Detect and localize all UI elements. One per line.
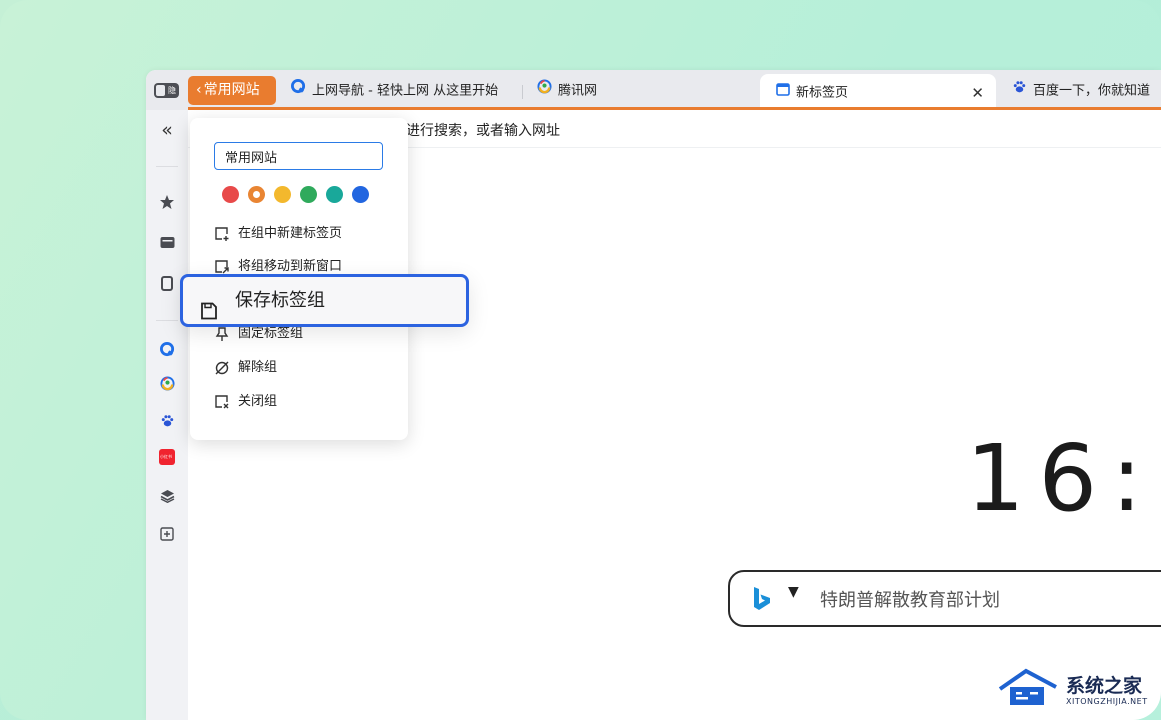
color-swatch-yellow[interactable] (274, 186, 291, 203)
layers-icon[interactable] (158, 488, 176, 506)
group-name-input[interactable] (214, 142, 383, 170)
tab-label: 上网导航 - 轻快上网 从这里开始 (312, 83, 499, 99)
folder-icon[interactable] (158, 234, 176, 252)
save-tab-group-button[interactable]: 保存标签组 (180, 274, 469, 327)
save-tab-group-icon (200, 291, 218, 338)
house-logo-icon (998, 668, 1057, 705)
sidebar-toggle-label: 隐 (168, 86, 176, 95)
tencent-icon[interactable] (158, 376, 176, 394)
menu-label: 固定标签组 (238, 326, 304, 341)
menu-label: 在组中新建标签页 (238, 226, 343, 241)
tab-new-tab[interactable]: 新标签页 ✕ (760, 74, 996, 110)
sidebar-divider (156, 320, 178, 321)
tab-separator (522, 85, 523, 99)
collapse-sidebar-icon[interactable]: « (158, 121, 176, 140)
chevron-left-icon: ‹ (196, 82, 202, 98)
menu-new-tab-in-group[interactable]: 在组中新建标签页 (214, 223, 342, 245)
color-swatch-teal[interactable] (326, 186, 343, 203)
watermark-logo: 系统之家 XITONGZHIJIA.NET (996, 665, 1156, 715)
q-browser-icon (291, 76, 306, 106)
tab-label: 腾讯网 (558, 83, 598, 99)
sidebar: « 小红书 (146, 110, 188, 720)
menu-label: 解除组 (238, 360, 278, 375)
close-group-icon (214, 394, 230, 410)
q-browser-icon[interactable] (158, 342, 176, 360)
add-panel-icon[interactable] (158, 526, 176, 544)
phone-icon[interactable] (158, 276, 176, 294)
menu-label: 关闭组 (238, 394, 278, 409)
search-input[interactable] (820, 584, 1161, 614)
color-swatch-green[interactable] (300, 186, 317, 203)
xiaohongshu-icon[interactable]: 小红书 (158, 449, 176, 467)
search-box[interactable]: ▼ (728, 570, 1161, 627)
bing-icon[interactable] (752, 586, 772, 616)
menu-ungroup[interactable]: 解除组 (214, 357, 277, 379)
background-frame: 隐 ‹ 常用网站 上网导航 - 轻快上网 从这里开始 腾讯网 新标签页 ✕ 百度… (0, 0, 1161, 720)
engine-dropdown-icon[interactable]: ▼ (788, 584, 799, 600)
color-swatch-blue[interactable] (352, 186, 369, 203)
clock-display: 16:3 (966, 425, 1161, 532)
baidu-paw-icon[interactable] (158, 413, 176, 431)
ungroup-icon (214, 360, 230, 376)
tab-shangwang-daohang[interactable]: 上网导航 - 轻快上网 从这里开始 (291, 76, 498, 106)
watermark-subtitle: XITONGZHIJIA.NET (1066, 697, 1148, 706)
tab-bar: 隐 ‹ 常用网站 上网导航 - 轻快上网 从这里开始 腾讯网 新标签页 ✕ 百度… (146, 70, 1161, 110)
tab-group-chip[interactable]: ‹ 常用网站 (188, 76, 276, 105)
save-tab-group-label: 保存标签组 (235, 290, 325, 311)
tab-group-label: 常用网站 (203, 82, 260, 98)
menu-close-group[interactable]: 关闭组 (214, 391, 277, 413)
watermark-title: 系统之家 (1066, 675, 1143, 697)
address-placeholder: 进行搜索，或者输入网址 (406, 123, 560, 139)
tencent-icon (537, 76, 552, 106)
tab-label: 新标签页 (796, 85, 849, 101)
tab-label: 百度一下，你就知道 (1033, 83, 1151, 99)
color-swatch-orange[interactable] (248, 186, 265, 203)
baidu-paw-icon (1012, 76, 1027, 106)
xiaohongshu-label: 小红书 (160, 454, 172, 459)
tab-baidu[interactable]: 百度一下，你就知道 (1012, 76, 1150, 106)
color-swatch-red[interactable] (222, 186, 239, 203)
star-icon[interactable] (158, 194, 176, 212)
sidebar-divider (156, 166, 178, 167)
menu-label: 将组移动到新窗口 (238, 259, 343, 274)
sidebar-toggle-button[interactable]: 隐 (154, 83, 179, 98)
tab-tencent[interactable]: 腾讯网 (537, 76, 597, 106)
move-window-icon (214, 259, 230, 275)
new-tab-in-group-icon (214, 226, 230, 242)
tab-group-underline (188, 107, 1161, 110)
